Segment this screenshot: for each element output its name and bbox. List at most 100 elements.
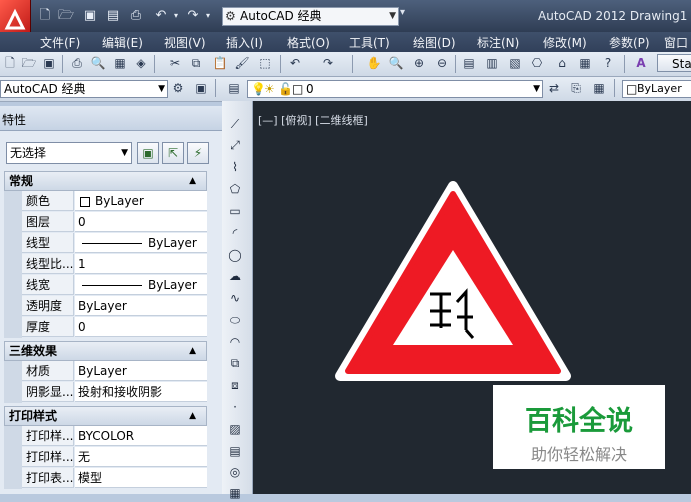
polygon-icon[interactable]: ⬠ xyxy=(226,180,244,198)
properties-icon[interactable]: ▤ xyxy=(461,55,477,71)
tool-palettes-icon[interactable]: ▧ xyxy=(507,55,523,71)
workspace-selector[interactable]: ⚙ AutoCAD 经典 ▼ xyxy=(222,7,399,26)
text-style-button[interactable]: Sta xyxy=(657,54,691,72)
toggle-pickadd-icon[interactable]: ▣ xyxy=(137,142,159,164)
property-value[interactable]: BYCOLOR xyxy=(75,426,207,446)
construction-line-icon[interactable]: ⤢ xyxy=(226,136,244,154)
property-row-linetype-scale[interactable]: 线型比... 1 xyxy=(4,254,207,275)
property-row-thickness[interactable]: 厚度 0 xyxy=(4,317,207,338)
plot-preview-icon[interactable]: 🔍 xyxy=(90,55,106,71)
hatch-icon[interactable]: ▨ xyxy=(226,420,244,438)
line-icon[interactable]: ⟋ xyxy=(226,115,244,133)
property-row-plot-table-attached[interactable]: 打印表... 模型 xyxy=(4,468,207,489)
undo-dropdown-icon[interactable]: ▾ xyxy=(167,7,185,25)
menu-parameter[interactable]: 参数(P) xyxy=(609,34,650,51)
redo-dropdown-icon[interactable]: ▾ xyxy=(199,7,217,25)
menu-edit[interactable]: 编辑(E) xyxy=(102,34,143,51)
copy-icon[interactable]: ⧉ xyxy=(188,55,204,71)
ellipse-arc-icon[interactable]: ◠ xyxy=(226,333,244,351)
select-objects-icon[interactable]: ⇱ xyxy=(162,142,184,164)
color-combo[interactable]: □ ByLayer xyxy=(622,80,691,98)
layer-previous-icon[interactable]: ⎘ xyxy=(568,80,584,96)
ellipse-icon[interactable]: ⬭ xyxy=(226,311,244,329)
revision-cloud-icon[interactable]: ☁ xyxy=(226,267,244,285)
quick-select-icon[interactable]: ⚡ xyxy=(187,142,209,164)
properties-palette-header[interactable]: 特性 xyxy=(0,106,222,131)
help-icon[interactable]: ? xyxy=(600,55,616,71)
customize-qat-icon[interactable]: ▾ xyxy=(400,7,405,18)
point-icon[interactable]: · xyxy=(226,398,244,416)
text-style-icon[interactable]: A xyxy=(633,55,649,71)
layer-combo[interactable]: 💡 ☀ 🔓 □ 0 ▼ xyxy=(247,80,543,98)
section-3d-effects[interactable]: 三维效果 ▲ xyxy=(4,341,207,361)
property-row-plot-style[interactable]: 打印样... BYCOLOR xyxy=(4,426,207,447)
3d-print-icon[interactable]: ◈ xyxy=(133,55,149,71)
save-icon[interactable]: ▣ xyxy=(41,55,57,71)
new-file-icon[interactable]: 🗋 xyxy=(36,7,54,25)
property-row-layer[interactable]: 图层 0 xyxy=(4,212,207,233)
rectangle-icon[interactable]: ▭ xyxy=(226,202,244,220)
new-icon[interactable]: 🗋 xyxy=(2,55,18,71)
spline-icon[interactable]: ∿ xyxy=(226,289,244,307)
workspace-combo[interactable]: AutoCAD 经典 ▼ xyxy=(0,80,168,98)
paste-icon[interactable]: 📋 xyxy=(212,55,228,71)
property-row-linetype[interactable]: 线型 ByLayer xyxy=(4,233,207,254)
gradient-icon[interactable]: ▤ xyxy=(226,442,244,460)
sheet-set-icon[interactable]: ⎔ xyxy=(529,55,545,71)
property-row-shadow[interactable]: 阴影显... 投射和接收阴影 xyxy=(4,382,207,403)
gear-icon[interactable]: ⚙ xyxy=(170,80,186,96)
menu-format[interactable]: 格式(O) xyxy=(287,34,330,51)
quickcalc-icon[interactable]: ▦ xyxy=(577,55,593,71)
design-center-icon[interactable]: ▥ xyxy=(484,55,500,71)
menu-view[interactable]: 视图(V) xyxy=(164,34,206,51)
property-row-lineweight[interactable]: 线宽 ByLayer xyxy=(4,275,207,296)
property-row-plot-style-table[interactable]: 打印样... 无 xyxy=(4,447,207,468)
pan-icon[interactable]: ✋ xyxy=(366,55,382,71)
save-icon[interactable]: ▣ xyxy=(81,7,99,25)
match-properties-icon[interactable]: 🖌 xyxy=(234,55,250,71)
open-folder-icon[interactable]: 🗁 xyxy=(57,7,75,25)
viewport-controls[interactable]: [—] [俯视] [二维线框] xyxy=(258,112,368,128)
cut-icon[interactable]: ✂ xyxy=(167,55,183,71)
menu-insert[interactable]: 插入(I) xyxy=(226,34,263,51)
menu-modify[interactable]: 修改(M) xyxy=(543,34,587,51)
property-row-color[interactable]: 颜色 ByLayer xyxy=(4,191,207,212)
layer-state-icon[interactable]: ▦ xyxy=(591,80,607,96)
property-value[interactable]: 0 xyxy=(75,317,207,337)
property-value[interactable]: 模型 xyxy=(75,468,207,488)
region-icon[interactable]: ◎ xyxy=(226,463,244,481)
layer-properties-icon[interactable]: ▤ xyxy=(226,80,242,96)
block-editor-icon[interactable]: ⬚ xyxy=(257,55,273,71)
property-row-material[interactable]: 材质 ByLayer xyxy=(4,361,207,382)
plot-icon[interactable]: ⎙ xyxy=(69,55,85,71)
make-block-icon[interactable]: ⧈ xyxy=(226,376,244,394)
menu-file[interactable]: 文件(F) xyxy=(40,34,80,51)
property-value[interactable]: 无 xyxy=(75,447,207,467)
print-icon[interactable]: ⎙ xyxy=(127,7,145,25)
save-as-icon[interactable]: ▤ xyxy=(104,7,122,25)
zoom-previous-icon[interactable]: ⊖ xyxy=(434,55,450,71)
redo-icon[interactable]: ↷ xyxy=(320,55,336,71)
section-general[interactable]: 常规 ▲ xyxy=(4,171,207,191)
property-value[interactable]: 0 xyxy=(75,212,207,232)
section-plot-style[interactable]: 打印样式 ▲ xyxy=(4,406,207,426)
table-icon[interactable]: ▦ xyxy=(226,484,244,502)
workspace-settings-icon[interactable]: ▣ xyxy=(193,80,209,96)
insert-block-icon[interactable]: ⧉ xyxy=(226,354,244,372)
property-value[interactable]: ByLayer xyxy=(75,361,207,381)
menu-dimension[interactable]: 标注(N) xyxy=(477,34,519,51)
zoom-window-icon[interactable]: ⊕ xyxy=(411,55,427,71)
property-value[interactable]: ByLayer xyxy=(75,275,207,295)
circle-icon[interactable]: ◯ xyxy=(226,246,244,264)
property-value[interactable]: 1 xyxy=(75,254,207,274)
undo-icon[interactable]: ↶ xyxy=(287,55,303,71)
zoom-realtime-icon[interactable]: 🔍 xyxy=(388,55,404,71)
menu-draw[interactable]: 绘图(D) xyxy=(413,34,456,51)
arc-icon[interactable]: ◜ xyxy=(226,224,244,242)
polyline-icon[interactable]: ⌇ xyxy=(226,158,244,176)
property-value[interactable]: ByLayer xyxy=(75,233,207,253)
menu-tools[interactable]: 工具(T) xyxy=(349,34,390,51)
property-row-transparency[interactable]: 透明度 ByLayer xyxy=(4,296,207,317)
make-current-layer-icon[interactable]: ⇄ xyxy=(546,80,562,96)
publish-icon[interactable]: ▦ xyxy=(112,55,128,71)
